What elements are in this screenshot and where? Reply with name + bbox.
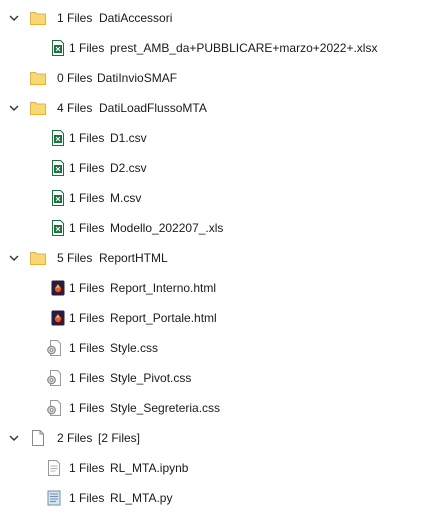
file-count: 1 Files xyxy=(69,461,105,475)
file-count: 1 Files xyxy=(69,281,105,295)
file-name: Modello_202207_.xls xyxy=(110,221,224,235)
file-count: 2 Files xyxy=(57,431,93,445)
file-name: Style_Segreteria.css xyxy=(110,401,221,415)
chevron-down-icon[interactable] xyxy=(6,10,22,26)
tree-row-file[interactable]: 1 Files Report_Interno.html xyxy=(0,277,440,299)
file-name: Style_Pivot.css xyxy=(110,371,192,385)
chevron-down-icon[interactable] xyxy=(6,250,22,266)
css-file-icon xyxy=(45,339,63,357)
tree-row-file[interactable]: 1 Files D2.csv xyxy=(0,157,440,179)
tree-row-file[interactable]: 1 Files prest_AMB_da+PUBBLICARE+marzo+20… xyxy=(0,37,440,59)
file-name: Report_Portale.html xyxy=(110,311,217,325)
file-name: RL_MTA.py xyxy=(110,491,173,505)
file-count: 1 Files xyxy=(69,311,105,325)
tree-row-file[interactable]: 1 Files Style_Pivot.css xyxy=(0,367,440,389)
tree-row-file[interactable]: 1 Files Report_Portale.html xyxy=(0,307,440,329)
file-count: 1 Files xyxy=(69,131,105,145)
tree-row-file[interactable]: 1 Files Style_Segreteria.css xyxy=(0,397,440,419)
file-count: 1 Files xyxy=(69,341,105,355)
file-name: Style.css xyxy=(110,341,159,355)
css-file-icon xyxy=(45,369,63,387)
file-count: 1 Files xyxy=(69,401,105,415)
csv-file-icon xyxy=(49,129,67,147)
tree-row-file[interactable]: 1 Files Modello_202207_.xls xyxy=(0,217,440,239)
tree-row-datiaccessori[interactable]: 1 Files DatiAccessori xyxy=(0,7,440,29)
file-name: D2.csv xyxy=(110,161,147,175)
tree-row-datiloadflussomta[interactable]: 4 Files DatiLoadFlussoMTA xyxy=(0,97,440,119)
file-count: 1 Files xyxy=(69,161,105,175)
file-count: 1 Files xyxy=(69,491,105,505)
tree-row-datiinviosmaf[interactable]: 0 Files DatiInvioSMAF xyxy=(0,67,440,89)
file-name: M.csv xyxy=(110,191,142,205)
file-name: RL_MTA.ipynb xyxy=(110,461,189,475)
folder-name: [2 Files] xyxy=(98,431,141,445)
tree-row-file[interactable]: 1 Files RL_MTA.ipynb xyxy=(0,457,440,479)
file-count: 5 Files xyxy=(57,251,93,265)
folder-icon xyxy=(29,69,47,87)
blank-file-icon xyxy=(29,429,47,447)
chevron-down-icon[interactable] xyxy=(6,100,22,116)
file-count: 4 Files xyxy=(57,101,93,115)
folder-icon xyxy=(29,99,47,117)
file-name: Report_Interno.html xyxy=(110,281,217,295)
folder-icon xyxy=(29,249,47,267)
html-file-icon xyxy=(49,309,67,327)
css-file-icon xyxy=(45,399,63,417)
folder-name: DatiLoadFlussoMTA xyxy=(99,101,207,115)
html-file-icon xyxy=(49,279,67,297)
excel-file-icon xyxy=(49,219,67,237)
file-tree: 1 Files DatiAccessori 1 Files prest_AMB_… xyxy=(0,0,440,530)
folder-name: ReportHTML xyxy=(99,251,168,265)
tree-row-file[interactable]: 1 Files RL_MTA.py xyxy=(0,487,440,509)
file-count: 1 Files xyxy=(69,371,105,385)
file-count: 1 Files xyxy=(69,191,105,205)
tree-row-reporthtml[interactable]: 5 Files ReportHTML xyxy=(0,247,440,269)
chevron-down-icon[interactable] xyxy=(6,430,22,446)
tree-row-file[interactable]: 1 Files D1.csv xyxy=(0,127,440,149)
file-count: 1 Files xyxy=(57,11,93,25)
csv-file-icon xyxy=(49,159,67,177)
file-count: 0 Files xyxy=(57,71,93,85)
notebook-file-icon xyxy=(45,459,63,477)
folder-icon xyxy=(29,9,47,27)
file-name: D1.csv xyxy=(110,131,147,145)
folder-name: DatiAccessori xyxy=(99,11,173,25)
csv-file-icon xyxy=(49,189,67,207)
tree-row-file[interactable]: 1 Files M.csv xyxy=(0,187,440,209)
excel-file-icon xyxy=(49,39,67,57)
file-count: 1 Files xyxy=(69,41,105,55)
python-file-icon xyxy=(45,489,63,507)
file-count: 1 Files xyxy=(69,221,105,235)
tree-row-file[interactable]: 1 Files Style.css xyxy=(0,337,440,359)
folder-name: DatiInvioSMAF xyxy=(97,71,178,85)
file-name: prest_AMB_da+PUBBLICARE+marzo+2022+.xlsx xyxy=(110,41,378,55)
tree-row-root-files[interactable]: 2 Files [2 Files] xyxy=(0,427,440,449)
